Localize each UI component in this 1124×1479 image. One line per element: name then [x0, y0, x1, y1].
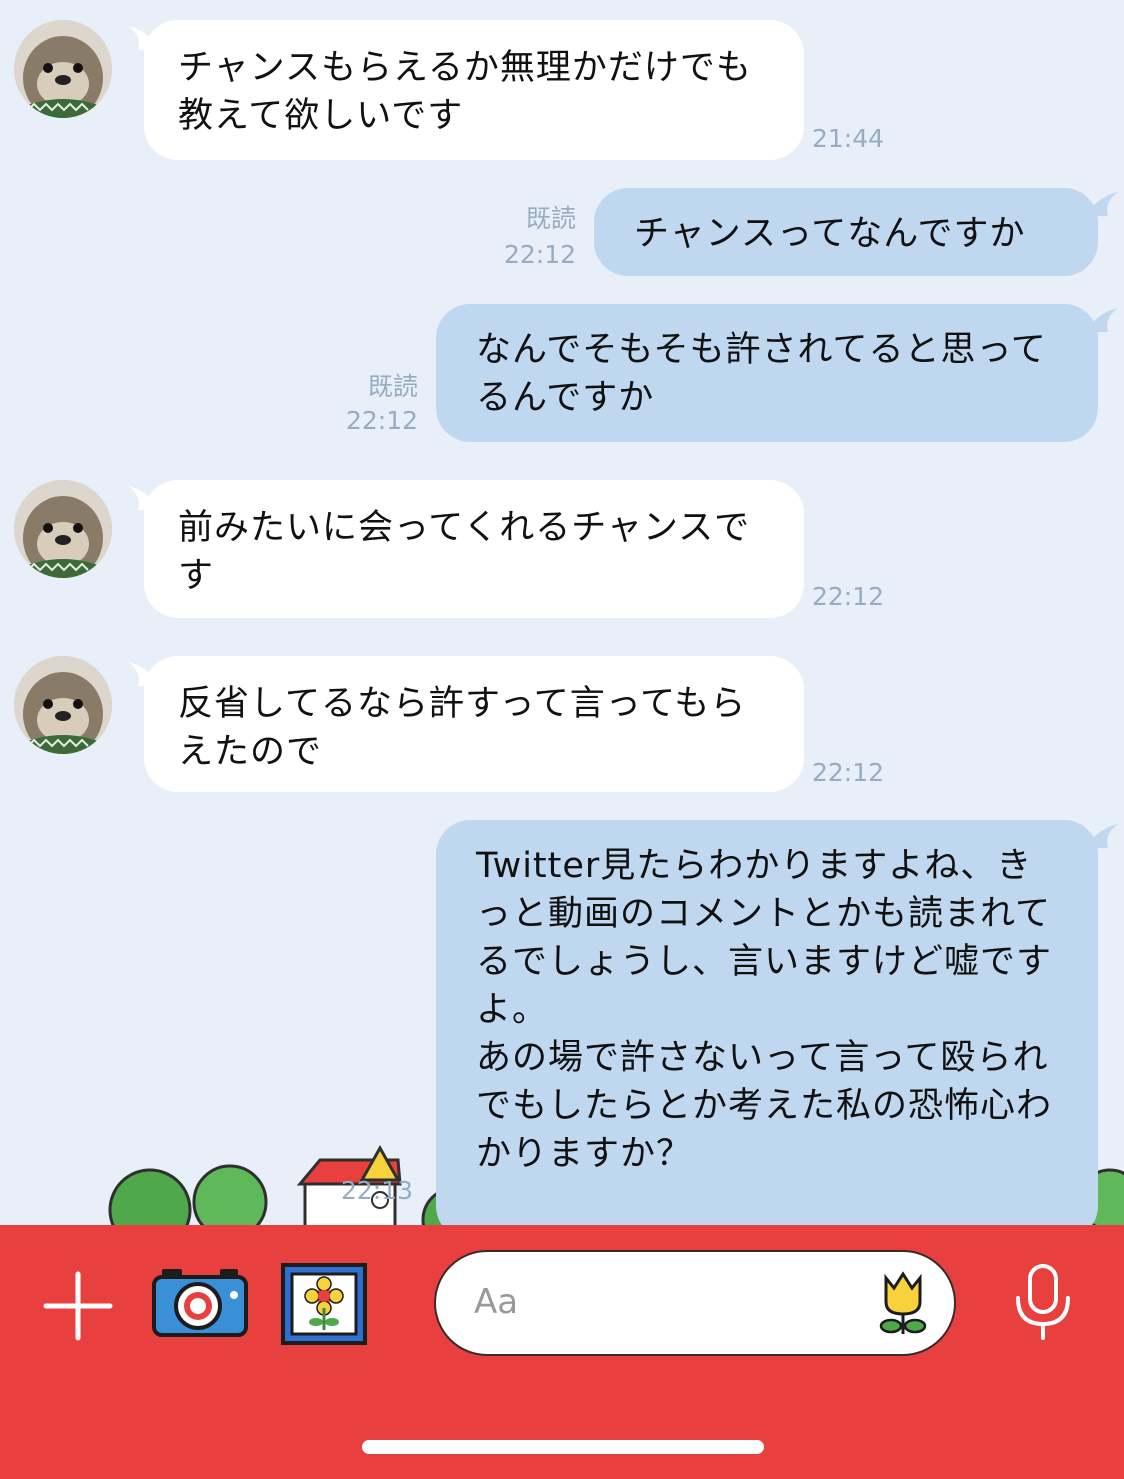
image-icon[interactable] — [280, 1262, 368, 1346]
read-receipt: 既読 — [525, 204, 576, 233]
bubble-tail — [1088, 824, 1118, 848]
bubble-tail — [1088, 308, 1118, 332]
chat-area[interactable]: チャンスもらえるか無理かだけでも教えて欲しいです 21:44 既読 22:12 … — [0, 0, 1124, 1225]
microphone-icon[interactable] — [1012, 1262, 1074, 1342]
message-time: 22:12 — [812, 758, 885, 787]
plus-icon[interactable] — [42, 1270, 114, 1342]
message-time: 21:44 — [812, 124, 885, 153]
message-input[interactable]: Aa — [434, 1250, 956, 1356]
camera-icon[interactable] — [150, 1265, 250, 1339]
message-bubble-outgoing[interactable]: チャンスってなんですか — [594, 188, 1098, 276]
message-bubble-incoming[interactable]: 反省してるなら許すって言ってもらえたので — [144, 656, 804, 792]
message-bubble-outgoing[interactable]: Twitter見たらわかりますよね、きっと動画のコメントとかも読まれてるでしょう… — [436, 820, 1098, 1225]
message-time: 22:12 — [345, 406, 418, 435]
message-time: 22:13 — [340, 1176, 414, 1205]
avatar[interactable] — [14, 20, 112, 118]
tulip-sticker-icon[interactable] — [876, 1268, 930, 1338]
bubble-tail — [1088, 192, 1118, 216]
message-bubble-incoming[interactable]: チャンスもらえるか無理かだけでも教えて欲しいです — [144, 20, 804, 160]
message-time: 22:12 — [812, 582, 885, 611]
avatar[interactable] — [14, 480, 112, 578]
message-input-placeholder: Aa — [474, 1282, 519, 1322]
read-receipt: 既読 — [367, 372, 418, 401]
avatar[interactable] — [14, 656, 112, 754]
message-bubble-incoming[interactable]: 前みたいに会ってくれるチャンスです — [144, 480, 804, 618]
message-bubble-outgoing[interactable]: なんでそもそも許されてると思ってるんですか — [436, 304, 1098, 442]
message-time: 22:12 — [503, 240, 576, 269]
home-indicator[interactable] — [362, 1440, 764, 1454]
